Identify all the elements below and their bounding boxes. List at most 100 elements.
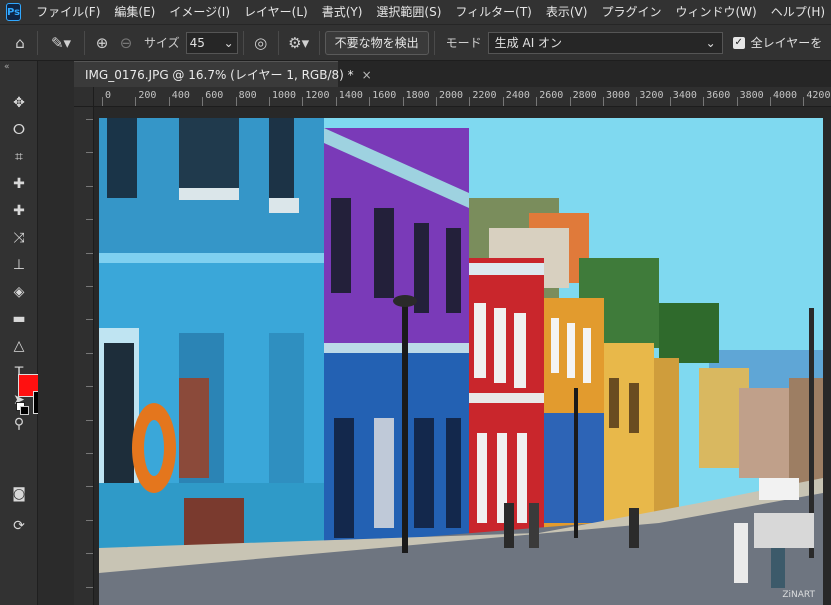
ruler-tick-label: 0 [105,90,112,101]
ruler-tick-line [86,219,93,221]
ruler-tick-line [86,486,93,488]
ruler-tick-line [502,97,504,106]
ruler-tick-label: 3200 [639,90,664,101]
ruler-tick-line [770,97,771,106]
ruler-origin[interactable] [74,87,94,107]
ruler-tick-line [86,119,93,120]
document-tab[interactable]: IMG_0176.JPG @ 16.7% (レイヤー 1, RGB/8) * × [74,61,372,87]
ruler-tick-label: 2600 [539,90,564,101]
ruler-tick-label: 800 [238,90,257,101]
ruler-tick-line [202,97,204,106]
content-aware-move-icon[interactable]: ⤨ [5,226,33,250]
ruler-tick-label: 1200 [305,90,330,101]
ruler-tick-label: 2200 [472,90,497,101]
ruler-tick-line [86,319,93,321]
menu-item[interactable]: レイヤー(L) [237,0,315,24]
find-distractions-button[interactable]: 不要な物を検出 [324,30,429,55]
gear-icon[interactable]: ⚙▾ [284,31,314,55]
ruler-tick-line [269,97,270,106]
ruler-tick-line [86,152,93,154]
ruler-tick-line [86,286,93,287]
separator [242,30,244,55]
separator [318,30,320,55]
ruler-tick-label: 2800 [572,90,597,101]
ruler-tick-line [302,97,304,106]
ruler-tick-line [803,97,805,106]
collapse-icon[interactable]: « [0,61,37,73]
subtract-mode-icon[interactable]: ⊖ [114,31,138,55]
menu-item[interactable]: 選択範囲(S) [369,0,448,24]
generative-ai-icon[interactable]: ⟳ [5,514,33,538]
ruler-tick-line [736,97,738,106]
paint-bucket-icon[interactable]: ◈ [5,280,33,304]
ruler-tick-label: 3800 [739,90,764,101]
pressure-size-icon[interactable]: ◎ [249,31,273,55]
ruler-tick-label: 1000 [272,90,297,101]
options-bar: ⌂ ✎▾ ⊕ ⊖ サイズ 45 ⌄ ◎ ⚙▾ 不要な物を検出 モード 生成 AI… [0,24,831,61]
mode-label: モード [445,36,482,50]
ruler-tick-line [402,97,404,106]
ruler-tick-label: 400 [171,90,190,101]
ruler-tick-line [102,97,103,106]
close-icon[interactable]: × [362,68,372,82]
menu-item[interactable]: フィルター(T) [448,0,538,24]
menu-item[interactable]: ヘルプ(H) [764,0,831,24]
zoom-tool-icon[interactable]: ⚲ [5,412,33,436]
menu-item[interactable]: ウィンドウ(W) [668,0,763,24]
ruler-tick-line [168,97,170,106]
menu-item[interactable]: プラグイン [594,0,668,24]
ruler-tick-line [86,252,93,254]
mode-select[interactable]: 生成 AI オン ⌄ [487,31,723,54]
ruler-tick-line [636,97,638,106]
ruler-tick-line [86,419,93,421]
ruler-tick-line [436,97,437,106]
ruler-tick-label: 200 [138,90,157,101]
gradient-tool-icon[interactable]: ▬ [5,307,33,331]
ruler-tick-line [603,97,604,106]
menu-item[interactable]: ファイル(F) [29,0,107,24]
default-colors-icon[interactable] [16,402,29,415]
canvas-area[interactable]: ZiNART [94,107,831,605]
ruler-tick-label: 4200 [806,90,831,101]
ruler-tick-label: 1600 [372,90,397,101]
document-tab-title: IMG_0176.JPG @ 16.7% (レイヤー 1, RGB/8) * [85,68,354,82]
quick-mask-icon[interactable]: ◙ [5,482,33,506]
menu-item[interactable]: 表示(V) [539,0,595,24]
all-layers-label: 全レイヤーを [750,36,823,50]
ruler-tick-label: 1800 [405,90,430,101]
ruler-tick-label: 1400 [338,90,363,101]
menu-item[interactable]: イメージ(I) [162,0,237,24]
ruler-tick-line [569,97,571,106]
horizontal-ruler[interactable]: 0 200 400 600 800 1000 1200 1400 1600 1800 2000 220… [94,87,831,107]
ruler-tick-label: 4000 [773,90,798,101]
document-image[interactable]: ZiNART [99,118,823,605]
vertical-ruler[interactable] [74,107,94,605]
ruler-tick-label: 3400 [672,90,697,101]
ruler-tick-line [86,553,93,555]
ruler-tick-line [86,519,93,521]
chevron-down-icon: ⌄ [223,35,234,50]
spot-healing-icon[interactable]: ✚ [5,172,33,196]
street-photo [99,118,823,605]
ruler-tick-line [86,586,93,588]
watermark: ZiNART [782,590,815,600]
lasso-tool-icon[interactable]: ⵔ [5,118,33,142]
clone-stamp-icon[interactable]: ⊥ [5,253,33,277]
menu-item[interactable]: 書式(Y) [315,0,370,24]
home-icon[interactable]: ⌂ [8,31,32,55]
panel-gap [38,61,74,605]
separator [37,30,38,55]
remove-tool-preset-icon[interactable]: ✎▾ [43,31,79,55]
menu-item[interactable]: 編集(E) [107,0,162,24]
ruler-tick-line [86,453,93,454]
crop-tool-icon[interactable]: ⌗ [5,145,33,169]
all-layers-checkbox[interactable]: ✓ [732,36,745,49]
sharpen-tool-icon[interactable]: △ [5,334,33,358]
healing-brush-icon[interactable]: ✚ [5,199,33,223]
size-value: 45 [189,35,205,50]
move-tool-icon[interactable]: ✥ [5,91,33,115]
add-mode-icon[interactable]: ⊕ [90,31,114,55]
ruler-tick-label: 3600 [706,90,731,101]
size-field[interactable]: 45 ⌄ [185,31,238,54]
photoshop-logo: Ps [6,3,22,21]
